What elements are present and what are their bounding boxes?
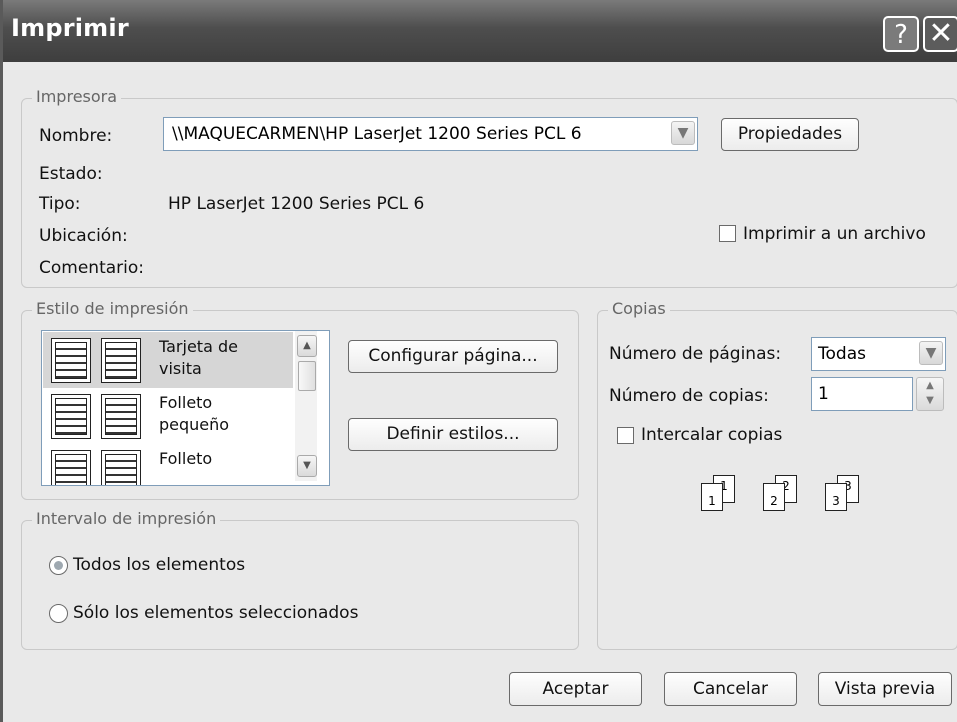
page-setup-label: Configurar página... <box>368 346 538 366</box>
properties-button-label: Propiedades <box>737 124 843 144</box>
define-styles-label: Definir estilos... <box>386 424 520 444</box>
collate-checkbox[interactable] <box>617 427 634 444</box>
print-dialog: Imprimir ? ✕ Impresora Nombre: \\MAQUECA… <box>0 0 957 722</box>
selected-items-label[interactable]: Sólo los elementos seleccionados <box>73 603 358 623</box>
properties-button[interactable]: Propiedades <box>721 118 859 151</box>
collate-label[interactable]: Intercalar copias <box>641 425 782 445</box>
chevron-down-icon[interactable]: ▼ <box>919 341 943 365</box>
scroll-down-button[interactable]: ▼ <box>297 455 317 477</box>
scroll-thumb[interactable] <box>298 361 316 391</box>
collate-page: 1 <box>701 483 723 511</box>
print-style-legend: Estilo de impresión <box>32 299 193 318</box>
help-button[interactable]: ? <box>883 16 919 52</box>
print-to-file-label[interactable]: Imprimir a un archivo <box>743 224 926 244</box>
stepper-up-icon[interactable]: ▲ <box>926 380 934 391</box>
style-label: Folleto <box>159 449 213 468</box>
window-title: Imprimir <box>11 14 129 42</box>
define-styles-button[interactable]: Definir estilos... <box>348 418 558 451</box>
print-to-file-checkbox[interactable] <box>719 225 736 242</box>
pages-select[interactable]: Todas ▼ <box>811 337 946 371</box>
list-item[interactable]: Folleto <box>43 444 293 485</box>
pages-value: Todas <box>818 344 866 364</box>
copies-value: 1 <box>818 384 829 404</box>
cancel-label: Cancelar <box>693 679 768 699</box>
style-preview-icon <box>101 450 141 485</box>
selected-items-radio[interactable] <box>49 604 68 623</box>
scroll-up-button[interactable]: ▲ <box>297 335 317 357</box>
all-items-label[interactable]: Todos los elementos <box>73 555 245 575</box>
stepper-down-icon[interactable]: ▼ <box>926 395 934 406</box>
preview-label: Vista previa <box>834 679 936 699</box>
print-style-list[interactable]: Tarjeta de visita Folleto pequeño Folleto … <box>41 330 330 486</box>
collate-page: 2 <box>763 483 785 511</box>
cancel-button[interactable]: Cancelar <box>664 672 797 706</box>
list-scrollbar[interactable]: ▲ ▼ <box>295 331 317 481</box>
close-icon: ✕ <box>928 16 954 51</box>
help-icon: ? <box>894 20 908 50</box>
close-button[interactable]: ✕ <box>923 16 957 52</box>
page-setup-button[interactable]: Configurar página... <box>348 340 558 373</box>
copies-label: Número de copias: <box>609 386 769 406</box>
location-label: Ubicación: <box>39 226 128 246</box>
status-label: Estado: <box>39 164 103 184</box>
print-range-legend: Intervalo de impresión <box>32 509 221 528</box>
collate-illustration: 1 1 2 2 3 3 <box>683 475 883 535</box>
chevron-down-icon: ▼ <box>303 460 311 471</box>
style-preview-icon <box>101 394 141 439</box>
chevron-up-icon: ▲ <box>303 340 311 351</box>
style-preview-icon <box>51 450 91 485</box>
printer-name-label: Nombre: <box>39 126 113 146</box>
all-items-radio[interactable] <box>49 556 68 575</box>
style-label: Folleto pequeño <box>159 393 230 434</box>
printer-legend: Impresora <box>32 87 122 106</box>
chevron-down-icon[interactable]: ▼ <box>671 121 695 145</box>
printer-name-select[interactable]: \\MAQUECARMEN\HP LaserJet 1200 Series PC… <box>163 117 698 151</box>
copies-input[interactable]: 1 <box>811 377 913 411</box>
collate-page: 3 <box>825 483 847 511</box>
style-preview-icon <box>51 394 91 439</box>
printer-name-value: \\MAQUECARMEN\HP LaserJet 1200 Series PC… <box>172 124 582 144</box>
ok-button[interactable]: Aceptar <box>509 672 642 706</box>
preview-button[interactable]: Vista previa <box>818 672 952 706</box>
style-label: Tarjeta de visita <box>159 337 238 378</box>
print-range-group: Intervalo de impresión <box>21 509 579 650</box>
list-item[interactable]: Tarjeta de visita <box>43 332 293 388</box>
type-label: Tipo: <box>39 194 81 214</box>
style-preview-icon <box>51 338 91 383</box>
ok-label: Aceptar <box>542 679 609 699</box>
copies-legend: Copias <box>608 299 670 318</box>
style-preview-icon <box>101 338 141 383</box>
comment-label: Comentario: <box>39 258 144 278</box>
type-value: HP LaserJet 1200 Series PCL 6 <box>168 194 425 214</box>
pages-label: Número de páginas: <box>609 344 782 364</box>
list-item[interactable]: Folleto pequeño <box>43 388 293 444</box>
title-bar[interactable]: Imprimir ? ✕ <box>3 0 957 62</box>
copies-stepper[interactable]: ▲ ▼ <box>916 377 944 411</box>
